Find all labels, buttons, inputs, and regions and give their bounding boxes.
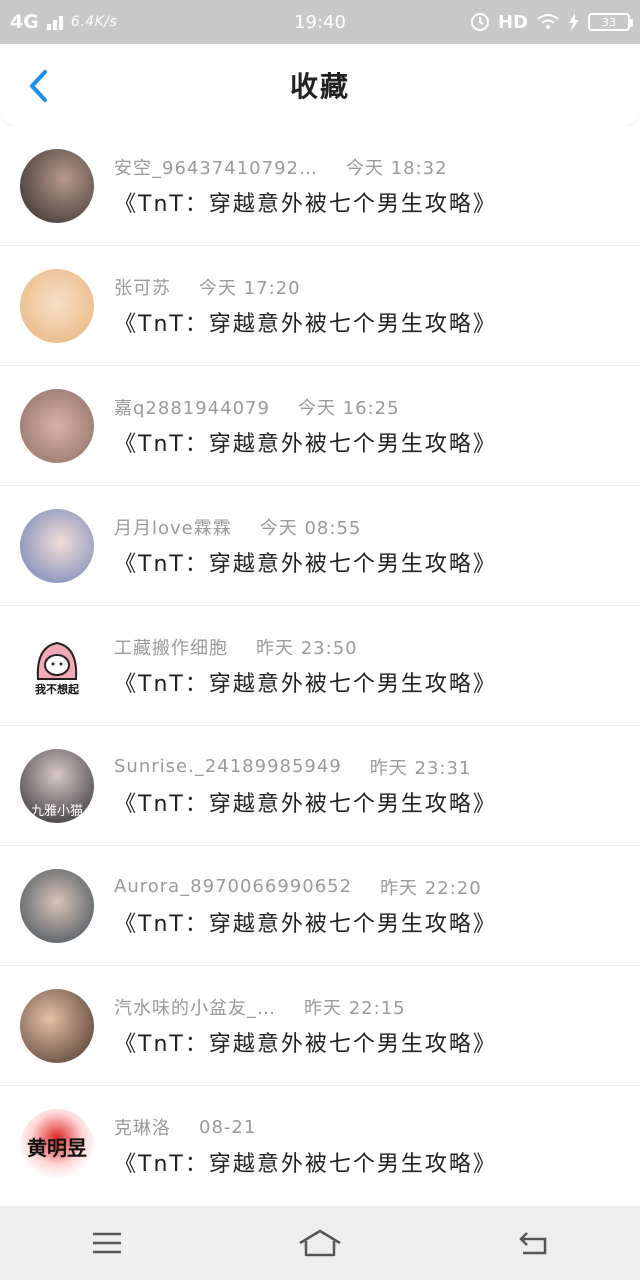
story-title[interactable]: 《TnT：穿越意外被七个男生攻略》 (114, 306, 497, 338)
list-item[interactable]: 九雅小猫 Sunrise._2418998​5949 昨天 23:31 《TnT… (0, 726, 640, 846)
avatar[interactable] (20, 388, 94, 463)
story-title[interactable]: 《TnT：穿越意外被七个男生攻略》 (114, 1146, 497, 1178)
timestamp: 08-21 (199, 1116, 257, 1138)
alarm-icon (470, 13, 489, 31)
list-item[interactable]: Aurora_8970066990652 昨天 22:20 《TnT：穿越意外被… (0, 846, 640, 966)
avatar[interactable] (20, 988, 94, 1063)
network-type: 4G (10, 11, 39, 33)
story-title[interactable]: 《TnT：穿越意外被七个男生攻略》 (114, 426, 497, 458)
username[interactable]: 安空_96437410792… (114, 154, 318, 180)
timestamp: 昨天 23:31 (369, 757, 472, 779)
list-item[interactable]: 嘉q2881944079 今天 16:25 《TnT：穿越意外被七个男生攻略》 (0, 366, 640, 486)
timestamp: 昨天 23:50 (256, 637, 358, 659)
back-arrow-icon (30, 70, 47, 102)
avatar[interactable]: 我不想起 (20, 628, 94, 703)
list-item[interactable]: 黄明昱 克琳洛 08-21 《TnT：穿越意外被七个男生攻略》 (0, 1086, 640, 1206)
avatar[interactable] (20, 868, 94, 943)
list-item[interactable]: 安空_96437410792… 今天 18:32 《TnT：穿越意外被七个男生攻… (0, 126, 640, 246)
status-bar: 4G 6.4K/s 19:40 HD 33 (0, 0, 640, 44)
menu-icon (92, 1232, 121, 1254)
menu-button[interactable] (77, 1223, 137, 1263)
story-title[interactable]: 《TnT：穿越意外被七个男生攻略》 (114, 786, 497, 818)
cartoon-icon (36, 641, 78, 680)
story-title[interactable]: 《TnT：穿越意外被七个男生攻略》 (114, 186, 497, 218)
timestamp: 今天 17:20 (199, 277, 301, 299)
clock: 19:40 (294, 11, 346, 33)
username[interactable]: Sunrise._2418998​5949 (114, 756, 342, 777)
timestamp: 昨天 22:15 (304, 997, 406, 1019)
system-nav-bar (0, 1206, 640, 1280)
page-title: 收藏 (289, 70, 350, 103)
story-title[interactable]: 《TnT：穿越意外被七个男生攻略》 (114, 666, 497, 698)
network-speed: 6.4K/s (70, 14, 118, 30)
timestamp: 今天 08:55 (259, 517, 362, 539)
username[interactable]: 月月love霖霖 (114, 514, 232, 540)
avatar[interactable] (20, 148, 94, 223)
avatar[interactable] (20, 268, 94, 343)
return-icon (519, 1232, 547, 1255)
avatar[interactable] (20, 508, 94, 583)
list-item[interactable]: 张可苏 今天 17:20 《TnT：穿越意外被七个男生攻略》 (0, 246, 640, 366)
battery-icon: 33 (588, 13, 633, 31)
avatar-text: 我不想起 (35, 682, 79, 696)
list-item[interactable]: 月月love霖霖 今天 08:55 《TnT：穿越意外被七个男生攻略》 (0, 486, 640, 606)
favorites-list: 安空_96437410792… 今天 18:32 《TnT：穿越意外被七个男生攻… (0, 126, 640, 1206)
avatar[interactable]: 九雅小猫 (20, 748, 94, 823)
back-button[interactable] (20, 68, 56, 104)
hd-indicator: HD (497, 11, 528, 33)
avatar-text: 黄明昱 (27, 1135, 87, 1160)
story-title[interactable]: 《TnT：穿越意外被七个男生攻略》 (114, 906, 497, 938)
timestamp: 今天 18:32 (345, 157, 448, 179)
list-item[interactable]: 我不想起 工藏搬作细胞 昨天 23:50 《TnT：穿越意外被七个男生攻略》 (0, 606, 640, 726)
signal-icon (46, 14, 63, 30)
list-item[interactable]: 汽水味的小盆友_… 昨天 22:15 《TnT：穿越意外被七个男生攻略》 (0, 966, 640, 1086)
story-title[interactable]: 《TnT：穿越意外被七个男生攻略》 (114, 546, 497, 578)
return-button[interactable] (503, 1223, 563, 1263)
home-icon (299, 1229, 341, 1257)
avatar-text: 九雅小猫 (30, 803, 83, 819)
timestamp: 昨天 22:20 (380, 877, 482, 899)
username[interactable]: 张可苏 (114, 274, 171, 300)
username[interactable]: 工藏搬作细胞 (114, 634, 228, 660)
home-button[interactable] (290, 1223, 350, 1263)
timestamp: 今天 16:25 (297, 397, 400, 419)
app-header: 收藏 (0, 44, 640, 126)
avatar[interactable]: 黄明昱 (20, 1109, 94, 1183)
wifi-icon (537, 14, 559, 29)
charging-icon (569, 13, 579, 31)
username[interactable]: 克琳洛 (114, 1114, 171, 1140)
username[interactable]: Aurora_8970066990652 (114, 876, 352, 897)
battery-level: 33 (602, 15, 616, 29)
username[interactable]: 汽水味的小盆友_… (114, 994, 276, 1020)
story-title[interactable]: 《TnT：穿越意外被七个男生攻略》 (114, 1026, 497, 1058)
username[interactable]: 嘉q2881944079 (114, 394, 270, 420)
